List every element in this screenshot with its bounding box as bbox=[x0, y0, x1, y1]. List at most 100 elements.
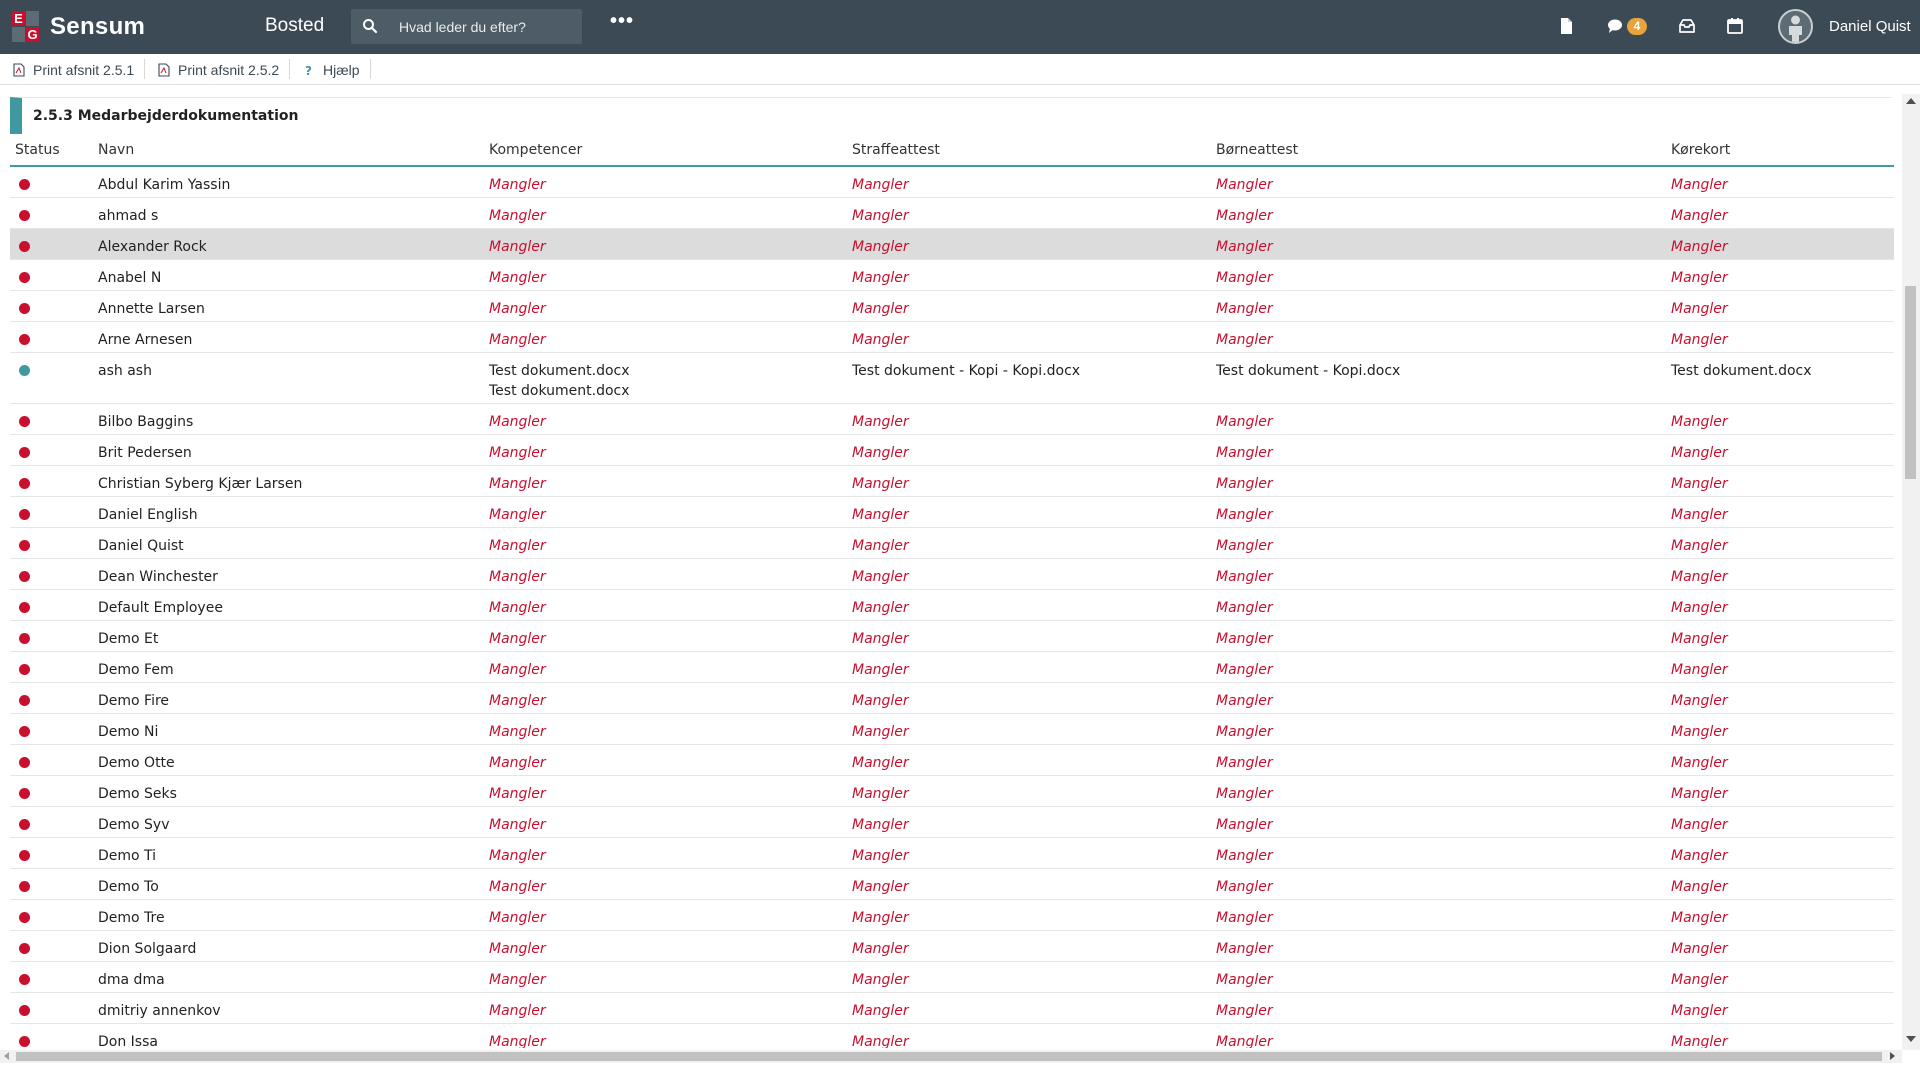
employee-name[interactable]: Demo To bbox=[98, 877, 159, 897]
employee-name[interactable]: Abdul Karim Yassin bbox=[98, 175, 230, 195]
table-row[interactable]: ahmad s Mangler Mangler Mangler Mangler bbox=[10, 198, 1894, 229]
column-header-competencies[interactable]: Kompetencer bbox=[489, 142, 582, 158]
employee-name[interactable]: Dean Winchester bbox=[98, 567, 218, 587]
chat-icon[interactable] bbox=[1606, 16, 1626, 36]
employee-name[interactable]: Demo Ni bbox=[98, 722, 158, 742]
employee-name[interactable]: Anabel N bbox=[98, 268, 161, 288]
scroll-down-icon[interactable] bbox=[1906, 1036, 1916, 1042]
column-header-drivers-license[interactable]: Kørekort bbox=[1671, 142, 1730, 158]
table-row[interactable]: Demo Fire Mangler Mangler Mangler Mangler bbox=[10, 683, 1894, 714]
missing-label: Mangler bbox=[489, 631, 546, 647]
status-missing-indicator bbox=[19, 850, 30, 861]
column-header-criminal-record[interactable]: Straffeattest bbox=[852, 142, 940, 158]
more-menu-icon[interactable]: ••• bbox=[610, 11, 634, 36]
table-row[interactable]: Demo Et Mangler Mangler Mangler Mangler bbox=[10, 621, 1894, 652]
employee-name[interactable]: Demo Syv bbox=[98, 815, 170, 835]
employee-name[interactable]: Christian Syberg Kjær Larsen bbox=[98, 474, 302, 494]
document-link[interactable]: Test dokument.docx bbox=[489, 381, 630, 401]
vertical-scrollbar[interactable] bbox=[1902, 94, 1920, 1050]
user-name[interactable]: Daniel Quist bbox=[1829, 18, 1911, 35]
table-row[interactable]: Arne Arnesen Mangler Mangler Mangler Mangler bbox=[10, 322, 1894, 353]
employee-name[interactable]: Demo Tre bbox=[98, 908, 165, 928]
employee-name[interactable]: Daniel Quist bbox=[98, 536, 184, 556]
table-row[interactable]: Abdul Karim Yassin Mangler Mangler Mangler M… bbox=[10, 167, 1894, 198]
table-row[interactable]: Demo Seks Mangler Mangler Mangler Mangler bbox=[10, 776, 1894, 807]
employee-name[interactable]: Demo Seks bbox=[98, 784, 177, 804]
help-button[interactable]: ? Hjælp bbox=[303, 61, 360, 79]
table-row[interactable]: Demo Otte Mangler Mangler Mangler Mangler bbox=[10, 745, 1894, 776]
table-row[interactable]: Christian Syberg Kjær Larsen Mangler Mangl… bbox=[10, 466, 1894, 497]
calendar-icon[interactable] bbox=[1725, 16, 1745, 36]
column-header-status[interactable]: Status bbox=[15, 142, 60, 158]
missing-label: Mangler bbox=[1671, 755, 1728, 771]
document-icon[interactable] bbox=[1556, 16, 1576, 36]
table-row[interactable]: Dean Winchester Mangler Mangler Mangler Mang… bbox=[10, 559, 1894, 590]
table-row[interactable]: Anabel N Mangler Mangler Mangler Mangler bbox=[10, 260, 1894, 291]
employee-name[interactable]: Don Issa bbox=[98, 1032, 158, 1048]
document-link[interactable]: Test dokument.docx bbox=[489, 361, 630, 381]
missing-label: Mangler bbox=[1216, 817, 1273, 833]
avatar[interactable] bbox=[1778, 9, 1813, 44]
eg-logo[interactable]: E G bbox=[12, 11, 40, 43]
missing-label: Mangler bbox=[1216, 631, 1273, 647]
search-input[interactable] bbox=[399, 9, 574, 44]
vertical-scroll-thumb[interactable] bbox=[1905, 286, 1916, 479]
table-row[interactable]: dma dma Mangler Mangler Mangler Mangler bbox=[10, 962, 1894, 993]
employee-name[interactable]: Brit Pedersen bbox=[98, 443, 192, 463]
scroll-up-icon[interactable] bbox=[1906, 98, 1916, 104]
table-row[interactable]: Bilbo Baggins Mangler Mangler Mangler Mangle… bbox=[10, 404, 1894, 435]
competencies-cell: Mangler bbox=[489, 753, 546, 773]
brand-name[interactable]: Sensum bbox=[50, 13, 145, 41]
table-row[interactable]: Demo Syv Mangler Mangler Mangler Mangler bbox=[10, 807, 1894, 838]
table-row[interactable]: Demo Fem Mangler Mangler Mangler Mangler bbox=[10, 652, 1894, 683]
table-row[interactable]: Default Employee Mangler Mangler Mangler Man… bbox=[10, 590, 1894, 621]
employee-name[interactable]: ash ash bbox=[98, 361, 152, 381]
document-link[interactable]: Test dokument - Kopi - Kopi.docx bbox=[852, 361, 1080, 381]
missing-label: Mangler bbox=[852, 600, 909, 616]
document-link[interactable]: Test dokument - Kopi.docx bbox=[1216, 361, 1400, 381]
module-name[interactable]: Bosted bbox=[265, 15, 324, 37]
horizontal-scroll-thumb[interactable] bbox=[16, 1052, 1882, 1061]
horizontal-scrollbar[interactable] bbox=[0, 1050, 1902, 1063]
table-row[interactable]: Don Issa Mangler Mangler Mangler Mangler bbox=[10, 1024, 1894, 1048]
document-link[interactable]: Test dokument.docx bbox=[1671, 361, 1812, 381]
employee-name[interactable]: Demo Otte bbox=[98, 753, 175, 773]
table-row[interactable]: ash ash Test dokument.docx Test dokument.d… bbox=[10, 353, 1894, 404]
table-row[interactable]: Demo Tre Mangler Mangler Mangler Mangler bbox=[10, 900, 1894, 931]
employee-name[interactable]: Annette Larsen bbox=[98, 299, 205, 319]
logo-letter-e: E bbox=[12, 11, 25, 26]
table-row[interactable]: Demo Ni Mangler Mangler Mangler Mangler bbox=[10, 714, 1894, 745]
missing-label: Mangler bbox=[852, 301, 909, 317]
table-row[interactable]: Demo Ti Mangler Mangler Mangler Mangler bbox=[10, 838, 1894, 869]
employee-name[interactable]: Bilbo Baggins bbox=[98, 412, 193, 432]
print-section-251-button[interactable]: Print afsnit 2.5.1 bbox=[13, 61, 134, 79]
column-header-name[interactable]: Navn bbox=[98, 142, 134, 158]
employee-name[interactable]: Default Employee bbox=[98, 598, 223, 618]
employee-name[interactable]: Dion Solgaard bbox=[98, 939, 196, 959]
employee-name[interactable]: Daniel English bbox=[98, 505, 198, 525]
employee-name[interactable]: Demo Ti bbox=[98, 846, 156, 866]
employee-name[interactable]: dmitriy annenkov bbox=[98, 1001, 221, 1021]
column-header-child-certificate[interactable]: Børneattest bbox=[1216, 142, 1298, 158]
search-icon[interactable] bbox=[362, 18, 378, 34]
scroll-left-icon[interactable] bbox=[4, 1052, 9, 1060]
table-row[interactable]: Dion Solgaard Mangler Mangler Mangler Mangle… bbox=[10, 931, 1894, 962]
missing-label: Mangler bbox=[852, 848, 909, 864]
employee-name[interactable]: dma dma bbox=[98, 970, 165, 990]
table-row[interactable]: Annette Larsen Mangler Mangler Mangler Mangl… bbox=[10, 291, 1894, 322]
employee-name[interactable]: Demo Fire bbox=[98, 691, 169, 711]
print-section-252-button[interactable]: Print afsnit 2.5.2 bbox=[158, 61, 279, 79]
employee-name[interactable]: Alexander Rock bbox=[98, 237, 207, 257]
table-row[interactable]: Daniel Quist Mangler Mangler Mangler Mangler bbox=[10, 528, 1894, 559]
employee-name[interactable]: ahmad s bbox=[98, 206, 158, 226]
table-row[interactable]: Brit Pedersen Mangler Mangler Mangler Mangle… bbox=[10, 435, 1894, 466]
employee-name[interactable]: Arne Arnesen bbox=[98, 330, 192, 350]
table-row[interactable]: dmitriy annenkov Mangler Mangler Mangler Man… bbox=[10, 993, 1894, 1024]
table-row[interactable]: Daniel English Mangler Mangler Mangler Mangl… bbox=[10, 497, 1894, 528]
scroll-right-icon[interactable] bbox=[1890, 1052, 1895, 1060]
table-row[interactable]: Demo To Mangler Mangler Mangler Mangler bbox=[10, 869, 1894, 900]
inbox-icon[interactable] bbox=[1677, 16, 1697, 36]
employee-name[interactable]: Demo Et bbox=[98, 629, 158, 649]
employee-name[interactable]: Demo Fem bbox=[98, 660, 174, 680]
table-row[interactable]: Alexander Rock Mangler Mangler Mangler Mangl… bbox=[10, 229, 1894, 260]
